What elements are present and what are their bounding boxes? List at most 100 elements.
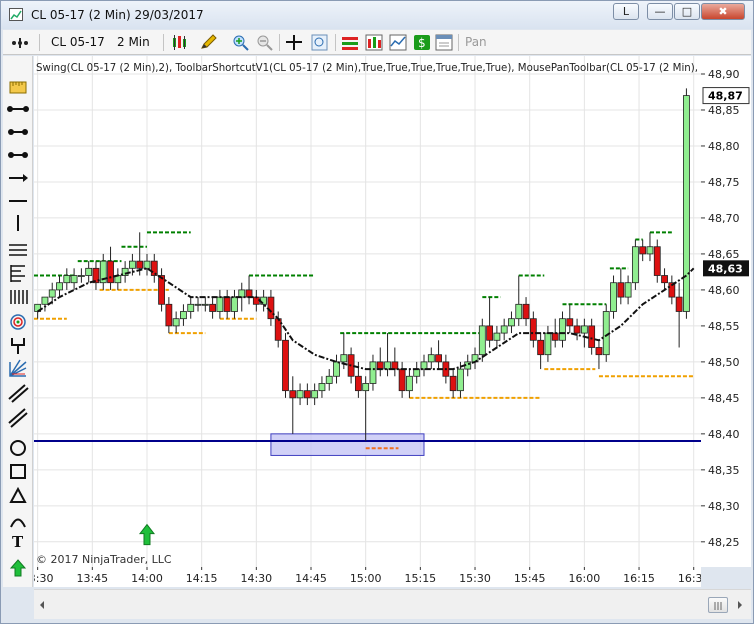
title-bar[interactable]: CL 05-17 (2 Min) 29/03/2017 L — □ ✖ (1, 1, 753, 29)
scroll-thumb[interactable] (708, 597, 728, 613)
candle-up (231, 296, 238, 312)
candle-up (580, 325, 588, 334)
candle-down (158, 275, 165, 305)
candle-up (187, 303, 195, 312)
trend-channel-icon[interactable] (8, 408, 28, 428)
candle-down (354, 375, 362, 392)
price-chart[interactable]: Swing(CL 05-17 (2 Min),2), ToolbarShortc… (34, 56, 701, 567)
andrews-pitchfork-icon[interactable] (11, 338, 25, 354)
pan-button[interactable]: Pan (465, 33, 487, 51)
crosshair-icon[interactable] (285, 34, 303, 51)
strategies-icon[interactable] (365, 34, 383, 51)
chart-panel[interactable]: Swing(CL 05-17 (2 Min),2), ToolbarShortc… (34, 56, 701, 567)
price-tick-label: 48,70 (708, 212, 740, 225)
time-tick-label: 15:15 (404, 572, 436, 585)
rectangle-icon[interactable] (10, 464, 26, 479)
risk-reward-icon[interactable] (7, 106, 29, 112)
candle-up (340, 354, 348, 363)
candle-up (296, 390, 304, 399)
minimize-button[interactable]: — (647, 3, 673, 20)
drawing-tools-icons: T (7, 81, 29, 577)
time-tick-label: 14:45 (295, 572, 327, 585)
link-button[interactable]: L (613, 3, 639, 20)
price-axis[interactable]: 48,90 48,85 48,80 48,75 48,70 48,65 48,60 48,55… (701, 56, 751, 567)
candle-up (406, 375, 413, 392)
candlestick-style-icon[interactable] (171, 34, 189, 51)
candle-down (303, 390, 311, 399)
candle-up (318, 383, 326, 392)
candle-down (566, 318, 574, 327)
chart-trader-icon[interactable] (341, 34, 359, 51)
regression-channel-icon[interactable] (8, 384, 29, 403)
candle-down (449, 375, 457, 392)
pencil-draw-icon[interactable] (199, 34, 217, 51)
time-axis[interactable]: 13:30 13:45 14:00 14:15 14:30 14:45 15:00 15:15… (22, 567, 710, 587)
text-icon[interactable]: T (12, 533, 24, 551)
arc-icon[interactable] (10, 518, 26, 528)
price-tick-label: 48,25 (708, 536, 740, 549)
fibonacci-circle-icon[interactable] (10, 314, 26, 330)
candle-up (311, 390, 319, 399)
candle-up (369, 361, 377, 384)
interval-selector[interactable]: 2 Min (117, 33, 150, 51)
candle-down (435, 354, 442, 363)
chart-app-icon (9, 8, 23, 21)
vertical-line-icon[interactable] (9, 244, 27, 256)
arrow-up-icon[interactable] (9, 559, 27, 577)
candle-up (238, 289, 246, 298)
candle-up (216, 296, 224, 312)
arrow-line-icon[interactable] (8, 152, 28, 158)
candle-up (41, 296, 49, 305)
candle-up (544, 332, 552, 356)
time-tick-label: 16:30 (678, 572, 701, 585)
scroll-right-icon[interactable] (738, 601, 742, 609)
gann-fan-icon[interactable] (9, 359, 27, 377)
properties-icon[interactable] (435, 34, 453, 51)
fibonacci-extension-icon[interactable] (10, 265, 25, 282)
candle-down (573, 325, 581, 334)
triangle-icon[interactable] (9, 486, 27, 503)
time-tick-label: 13:45 (76, 572, 108, 585)
candle-up (77, 275, 85, 277)
time-tick-label: 15:00 (350, 572, 382, 585)
fibonacci-retracement-icon[interactable] (10, 290, 28, 304)
time-tick-label: 14:30 (240, 572, 272, 585)
close-button[interactable]: ✖ (701, 3, 745, 20)
restore-button[interactable]: □ (674, 3, 700, 20)
ray-icon[interactable] (9, 174, 28, 182)
bars-menu-icon[interactable] (11, 34, 29, 51)
time-tick-label: 15:30 (459, 572, 491, 585)
candle-up (143, 260, 151, 269)
candle-down (282, 339, 289, 392)
time-axis-labels: 13:30 13:45 14:00 14:15 14:30 14:45 15:00 15:15… (22, 567, 710, 585)
candle-up (180, 311, 187, 320)
toolbar-separator (39, 34, 40, 51)
candle-down (639, 246, 647, 255)
instrument-selector[interactable]: CL 05-17 (51, 33, 105, 51)
candle-down (588, 325, 596, 348)
zoom-out-icon[interactable] (255, 34, 273, 51)
candle-up (427, 354, 435, 363)
toolbar-separator (335, 34, 336, 51)
magnify-icon[interactable] (311, 34, 329, 51)
candle-up (631, 246, 639, 284)
candle-up (683, 95, 690, 312)
candle-up (515, 303, 523, 320)
ruler-icon[interactable] (9, 81, 27, 94)
candle-up (384, 361, 391, 370)
horizontal-scrollbar[interactable] (34, 589, 751, 619)
candle-down (274, 318, 282, 341)
ellipse-icon[interactable] (10, 440, 26, 456)
candle-down (486, 325, 494, 341)
dollar-icon[interactable]: $ (413, 34, 431, 51)
time-tick-label: 16:00 (569, 572, 601, 585)
indicators-icon[interactable] (389, 34, 407, 51)
copyright-text: © 2017 NinjaTrader, LLC (36, 553, 172, 566)
price-tick-label: 48,40 (708, 428, 740, 441)
candle-up (201, 303, 209, 306)
price-line-icon[interactable] (8, 129, 28, 135)
candle-down (376, 361, 384, 370)
zoom-in-icon[interactable] (231, 34, 249, 51)
price-tick-label: 48,45 (708, 392, 740, 405)
scroll-left-icon[interactable] (40, 601, 44, 609)
